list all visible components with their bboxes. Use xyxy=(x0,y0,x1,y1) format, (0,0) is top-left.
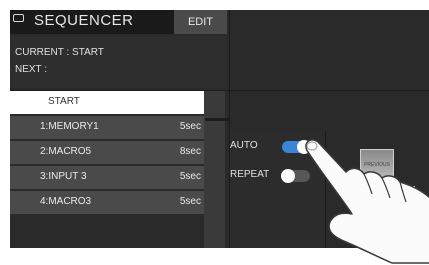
divider xyxy=(205,118,230,121)
pointing-hand-icon xyxy=(305,139,429,264)
list-item-name: 3:INPUT 3 xyxy=(40,171,87,182)
edit-button[interactable]: EDIT xyxy=(174,10,227,34)
list-item-name: 1:MEMORY1 xyxy=(40,121,99,132)
list-item-name: 2:MACRO5 xyxy=(40,146,92,157)
status-panel: CURRENT : START NEXT : xyxy=(10,36,227,88)
list-item-name: START xyxy=(48,96,80,107)
sequence-list: START 1:MEMORY1 5sec 2:MACRO5 8sec 3:INP… xyxy=(10,91,204,216)
list-item-duration: 5sec xyxy=(179,121,201,132)
list-item[interactable]: 2:MACRO5 8sec xyxy=(10,141,204,164)
header-bar: SEQUENCER EDIT xyxy=(10,10,227,34)
list-item[interactable]: 3:INPUT 3 5sec xyxy=(10,166,204,189)
repeat-label: REPEAT xyxy=(230,169,270,180)
list-item[interactable]: 4:MACRO3 5sec xyxy=(10,191,204,214)
current-status: CURRENT : START xyxy=(15,47,104,58)
next-status: NEXT : xyxy=(15,64,48,75)
auto-label: AUTO xyxy=(230,140,258,151)
menu-icon[interactable] xyxy=(13,14,24,22)
list-item-duration: 5sec xyxy=(179,171,201,182)
list-item-duration: 5sec xyxy=(179,196,201,207)
list-item-duration: 8sec xyxy=(179,146,201,157)
list-item-name: 4:MACRO3 xyxy=(40,196,92,207)
list-item[interactable]: 1:MEMORY1 5sec xyxy=(10,116,204,139)
list-item-start[interactable]: START xyxy=(10,91,204,114)
page-title: SEQUENCER xyxy=(34,12,134,29)
list-scrollbar[interactable] xyxy=(204,91,225,248)
